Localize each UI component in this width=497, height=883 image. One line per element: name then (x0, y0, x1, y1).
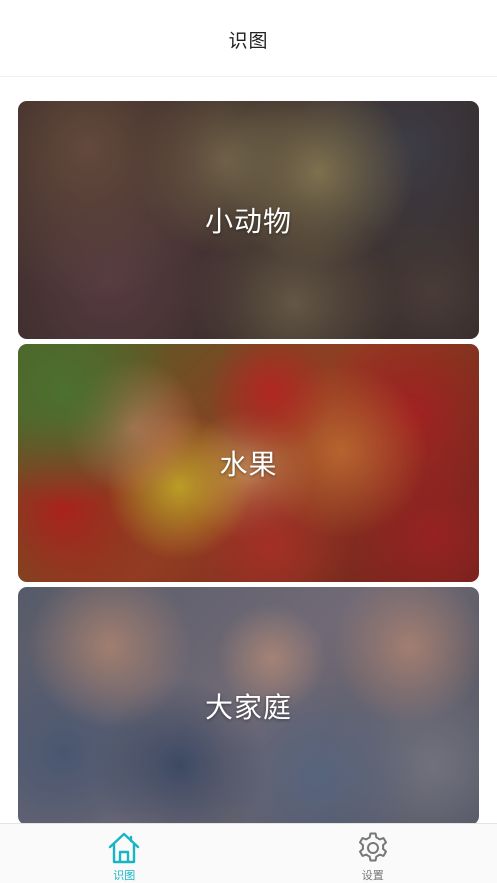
tab-label: 设置 (361, 869, 384, 882)
category-label: 小动物 (204, 205, 292, 238)
app-root: 识图 小动物 水果 大家庭 识图 设置 (0, 0, 497, 883)
category-label: 水果 (219, 448, 278, 481)
home-icon (109, 832, 140, 864)
header: 识图 (0, 0, 497, 77)
page-title: 识图 (228, 29, 269, 52)
tab-recognize[interactable]: 识图 (0, 824, 249, 883)
tab-bar: 识图 设置 (0, 823, 497, 883)
category-card-fruits[interactable]: 水果 (18, 344, 479, 582)
category-card-family[interactable]: 大家庭 (18, 587, 479, 825)
category-card-animals[interactable]: 小动物 (18, 101, 479, 339)
gear-icon (358, 832, 387, 862)
tab-settings[interactable]: 设置 (249, 824, 497, 883)
category-label: 大家庭 (204, 691, 292, 724)
category-list: 小动物 水果 大家庭 (18, 101, 479, 830)
tab-label: 识图 (113, 869, 136, 882)
